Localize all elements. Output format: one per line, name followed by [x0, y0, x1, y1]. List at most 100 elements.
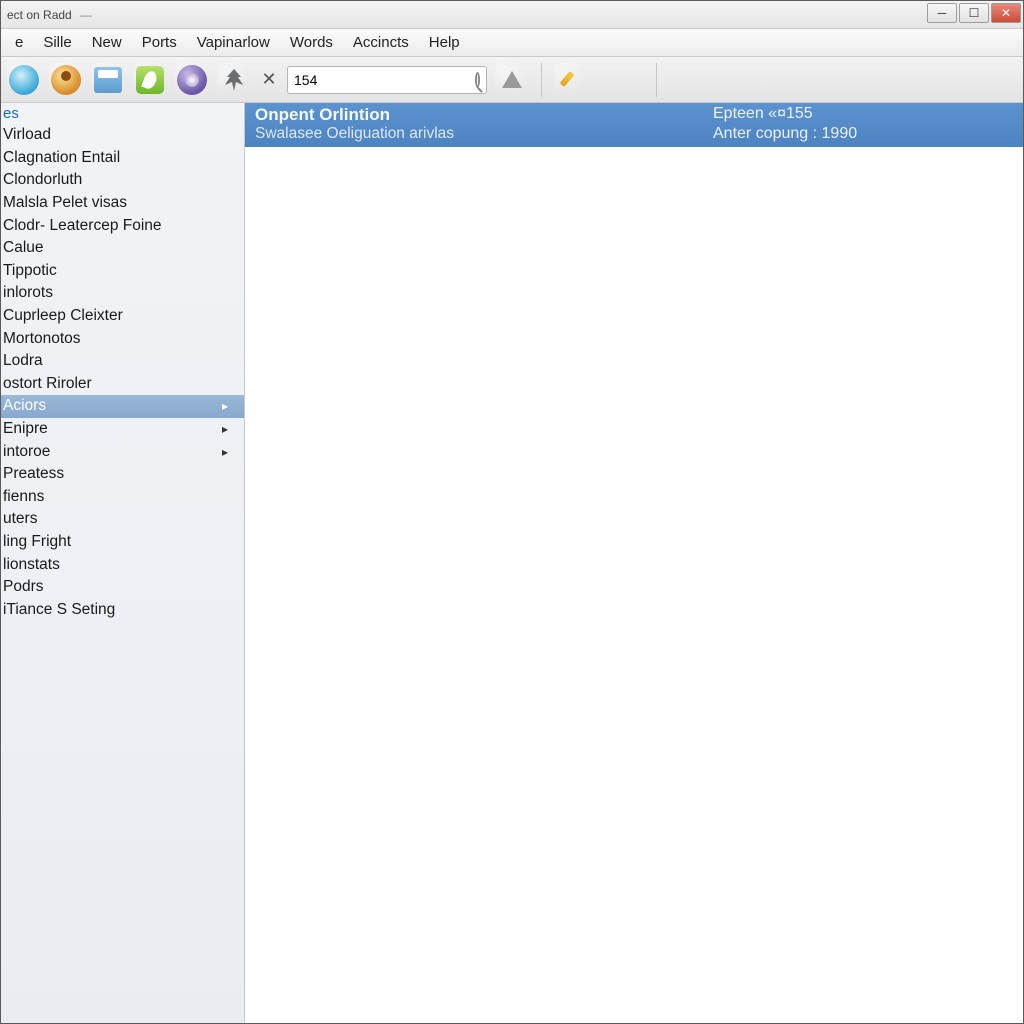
orb-icon	[177, 65, 207, 95]
sidebar-item[interactable]: Podrs	[1, 576, 244, 599]
sidebar-item[interactable]: Cuprleep Cleixter	[1, 305, 244, 328]
sidebar-item-label: uters	[3, 510, 37, 528]
chevron-right-icon: ▸	[222, 445, 238, 459]
band-right2-label: Anter copung	[713, 125, 808, 142]
toolbar-separator-end	[656, 63, 657, 97]
orb-button[interactable]	[175, 63, 209, 97]
sidebar-item-label: iTiance S Seting	[3, 601, 115, 619]
leaf-button[interactable]	[133, 63, 167, 97]
sidebar-item[interactable]: Malsla Pelet visas	[1, 192, 244, 215]
sidebar-item-label: Mortonotos	[3, 330, 81, 348]
sidebar-item-label: Clagnation Entail	[3, 149, 120, 167]
sidebar-item-label: Virload	[3, 126, 51, 144]
band-right1-value: «¤155	[768, 105, 813, 122]
chevron-right-icon: ▸	[222, 422, 238, 436]
globe-icon	[9, 65, 39, 95]
menu-sille[interactable]: Sille	[33, 31, 81, 54]
warning-button[interactable]	[495, 63, 529, 97]
menu-accincts[interactable]: Accincts	[343, 31, 419, 54]
sidebar-item[interactable]: intoroe ▸	[1, 440, 244, 463]
sidebar-item[interactable]: Mortonotos	[1, 327, 244, 350]
sidebar-item[interactable]: uters	[1, 508, 244, 531]
sidebar-item-label: Enipre	[3, 420, 48, 438]
sidebar-item[interactable]: Tippotic	[1, 260, 244, 283]
content: Onpent Orlintion Epteen «¤155 Swalasee O…	[245, 103, 1023, 1023]
close-icon: ✕	[261, 69, 276, 90]
sidebar-item-label: Tippotic	[3, 262, 57, 280]
sidebar-item-label: Malsla Pelet visas	[3, 194, 127, 212]
pencil-icon	[560, 69, 582, 91]
sidebar-header[interactable]: es	[1, 103, 244, 124]
band-subtitle: Swalasee Oeliguation arivlas	[255, 125, 713, 143]
band-right1-label: Epteen	[713, 105, 764, 122]
box-button[interactable]	[91, 63, 125, 97]
close-button[interactable]: ✕	[991, 3, 1021, 23]
sidebar-item-label: Calue	[3, 239, 44, 257]
globe-button[interactable]	[7, 63, 41, 97]
band-right2: Anter copung : 1990	[713, 125, 1013, 143]
box-icon	[94, 67, 122, 93]
menu-help[interactable]: Help	[419, 31, 470, 54]
content-header-band: Onpent Orlintion Epteen «¤155 Swalasee O…	[245, 103, 1023, 147]
menubar: e Sille New Ports Vapinarlow Words Accin…	[1, 29, 1023, 57]
sidebar-item[interactable]: iTiance S Seting	[1, 598, 244, 621]
sidebar-item-label: inlorots	[3, 284, 53, 302]
toolbar: ✕	[1, 57, 1023, 103]
window-controls: ─ ☐ ✕	[927, 3, 1021, 23]
menu-words[interactable]: Words	[280, 31, 343, 54]
app-window: ect on Radd — ─ ☐ ✕ e Sille New Ports Va…	[0, 0, 1024, 1024]
sidebar-item[interactable]: ling Fright	[1, 531, 244, 554]
band-right2-value: 1990	[822, 125, 858, 142]
sidebar-item-label: Lodra	[3, 352, 43, 370]
leaf-icon	[136, 66, 164, 94]
chevron-right-icon: ▸	[222, 399, 238, 413]
menu-ports[interactable]: Ports	[132, 31, 187, 54]
clear-button[interactable]: ✕	[259, 70, 279, 90]
sidebar-item[interactable]: Aciors ▸	[1, 395, 244, 418]
search-icon	[475, 72, 480, 88]
sidebar-item[interactable]: Preatess	[1, 463, 244, 486]
sidebar-item[interactable]: ostort Riroler	[1, 373, 244, 396]
menu-e[interactable]: e	[5, 31, 33, 54]
sidebar-item-label: Aciors	[3, 397, 46, 415]
sidebar-item-label: intoroe	[3, 443, 50, 461]
sidebar-item-label: ostort Riroler	[3, 375, 92, 393]
maximize-button[interactable]: ☐	[959, 3, 989, 23]
sidebar: es Virload Clagnation Entail Clondorluth Ma…	[1, 103, 245, 1023]
band-right1: Epteen «¤155	[713, 105, 1013, 125]
sidebar-item[interactable]: Enipre ▸	[1, 418, 244, 441]
triangle-icon	[502, 71, 522, 88]
body: es Virload Clagnation Entail Clondorluth Ma…	[1, 103, 1023, 1023]
sidebar-item[interactable]: fienns	[1, 486, 244, 509]
sidebar-item[interactable]: lionstats	[1, 553, 244, 576]
search-input[interactable]	[294, 72, 475, 88]
band-title: Onpent Orlintion	[255, 105, 713, 125]
eagle-icon	[219, 65, 249, 95]
sidebar-item-label: lionstats	[3, 556, 60, 574]
toolbar-separator	[541, 63, 542, 97]
medal-button[interactable]	[49, 63, 83, 97]
menu-new[interactable]: New	[82, 31, 132, 54]
sidebar-item[interactable]: Clagnation Entail	[1, 147, 244, 170]
sidebar-item[interactable]: Clondorluth	[1, 169, 244, 192]
window-title: ect on Radd	[7, 8, 72, 22]
titlebar: ect on Radd — ─ ☐ ✕	[1, 1, 1023, 29]
pencil-button[interactable]	[554, 63, 588, 97]
search-input-wrap[interactable]	[287, 66, 487, 94]
sidebar-item[interactable]: Clodr- Leatercep Foine	[1, 214, 244, 237]
eagle-button[interactable]	[217, 63, 251, 97]
sidebar-item[interactable]: Lodra	[1, 350, 244, 373]
sidebar-item-label: Clondorluth	[3, 171, 82, 189]
title-dash: —	[80, 8, 92, 22]
sidebar-item-label: Cuprleep Cleixter	[3, 307, 123, 325]
minimize-button[interactable]: ─	[927, 3, 957, 23]
sidebar-item-label: Preatess	[3, 465, 64, 483]
sidebar-item[interactable]: Calue	[1, 237, 244, 260]
medal-icon	[51, 65, 81, 95]
sidebar-item[interactable]: inlorots	[1, 282, 244, 305]
sidebar-item-label: Podrs	[3, 578, 44, 596]
sidebar-item-label: Clodr- Leatercep Foine	[3, 217, 162, 235]
sidebar-item-label: ling Fright	[3, 533, 71, 551]
sidebar-item[interactable]: Virload	[1, 124, 244, 147]
menu-vapinarlow[interactable]: Vapinarlow	[187, 31, 280, 54]
